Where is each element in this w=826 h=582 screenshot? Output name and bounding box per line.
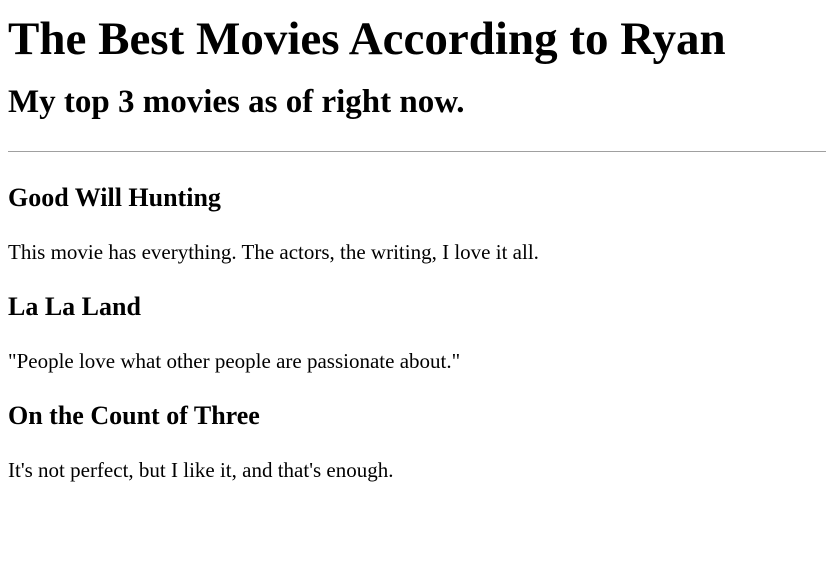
movie-description: "People love what other people are passi… bbox=[8, 349, 461, 373]
page-subtitle: My top 3 movies as of right now. bbox=[8, 84, 465, 120]
movie-description: It's not perfect, but I like it, and tha… bbox=[8, 458, 394, 482]
movie-title: On the Count of Three bbox=[8, 401, 260, 430]
page-title: The Best Movies According to Ryan bbox=[8, 13, 726, 65]
movie-description: This movie has everything. The actors, t… bbox=[8, 240, 539, 264]
movie-entry: La La Land "People love what other peopl… bbox=[8, 264, 826, 373]
movie-entry: Good Will Hunting This movie has everyth… bbox=[8, 152, 826, 264]
movie-entry: On the Count of Three It's not perfect, … bbox=[8, 373, 826, 482]
movie-title: Good Will Hunting bbox=[8, 183, 221, 212]
movie-list: Good Will Hunting This movie has everyth… bbox=[8, 152, 826, 482]
movie-title: La La Land bbox=[8, 292, 141, 321]
